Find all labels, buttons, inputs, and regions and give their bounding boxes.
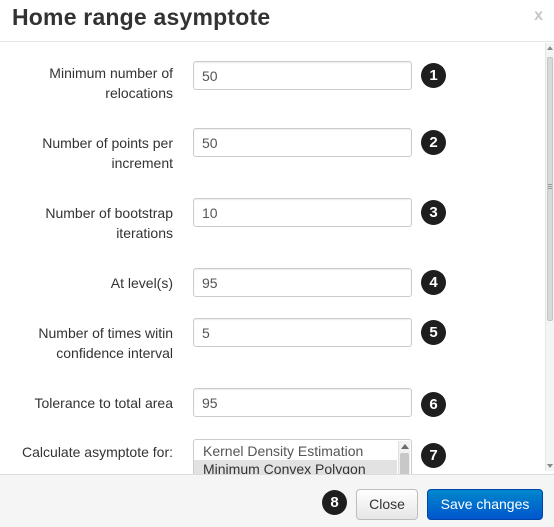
asymptote-label: Calculate asymptote for: bbox=[22, 444, 173, 460]
scroll-down-icon[interactable] bbox=[547, 464, 553, 468]
dialog-footer: 8 Close Save changes bbox=[0, 474, 554, 527]
home-range-asymptote-dialog: Home range asymptote x Minimum number of… bbox=[0, 0, 554, 527]
listbox-scroll-thumb[interactable] bbox=[400, 453, 409, 474]
listbox-scrollbar[interactable] bbox=[398, 441, 410, 474]
listbox-option-mcp[interactable]: Minimum Convex Polygon bbox=[194, 460, 397, 474]
scroll-thumb[interactable] bbox=[547, 57, 553, 321]
times-within-ci-label: Number of times witin confidence interva… bbox=[38, 325, 173, 361]
step-badge-2: 2 bbox=[421, 130, 446, 155]
save-changes-button[interactable]: Save changes bbox=[427, 489, 543, 520]
step-badge-4: 4 bbox=[421, 270, 446, 295]
step-badge-6: 6 bbox=[421, 392, 446, 417]
step-badge-5: 5 bbox=[421, 320, 446, 345]
scroll-grip bbox=[548, 186, 552, 187]
dialog-scrollbar[interactable] bbox=[545, 43, 554, 471]
levels-input[interactable] bbox=[193, 268, 412, 297]
min-relocations-input[interactable] bbox=[193, 61, 412, 90]
close-button[interactable]: Close bbox=[356, 489, 418, 520]
asymptote-listbox[interactable]: Kernel Density Estimation Minimum Convex… bbox=[193, 439, 412, 474]
step-badge-1: 1 bbox=[421, 63, 446, 88]
min-relocations-label: Minimum number of relocations bbox=[49, 65, 173, 101]
times-within-ci-input[interactable] bbox=[193, 318, 412, 347]
step-badge-8: 8 bbox=[322, 490, 347, 515]
bootstrap-iterations-label: Number of bootstrap iterations bbox=[45, 205, 173, 241]
step-badge-7: 7 bbox=[421, 443, 446, 468]
tolerance-input[interactable] bbox=[193, 388, 412, 417]
dialog-body: Minimum number of relocations 1 Number o… bbox=[0, 43, 554, 474]
listbox-scroll-up-icon[interactable] bbox=[401, 444, 409, 449]
close-icon[interactable]: x bbox=[534, 7, 543, 25]
listbox-option-kde[interactable]: Kernel Density Estimation bbox=[194, 442, 397, 460]
points-per-increment-label: Number of points per increment bbox=[42, 135, 173, 171]
scroll-grip bbox=[548, 184, 552, 185]
scroll-up-icon[interactable] bbox=[547, 46, 553, 50]
tolerance-label: Tolerance to total area bbox=[34, 395, 173, 411]
dialog-title: Home range asymptote bbox=[12, 4, 271, 30]
dialog-header: Home range asymptote x bbox=[0, 0, 554, 42]
levels-label: At level(s) bbox=[110, 275, 173, 291]
step-badge-3: 3 bbox=[421, 200, 446, 225]
bootstrap-iterations-input[interactable] bbox=[193, 198, 412, 227]
scroll-grip bbox=[548, 188, 552, 189]
points-per-increment-input[interactable] bbox=[193, 128, 412, 157]
